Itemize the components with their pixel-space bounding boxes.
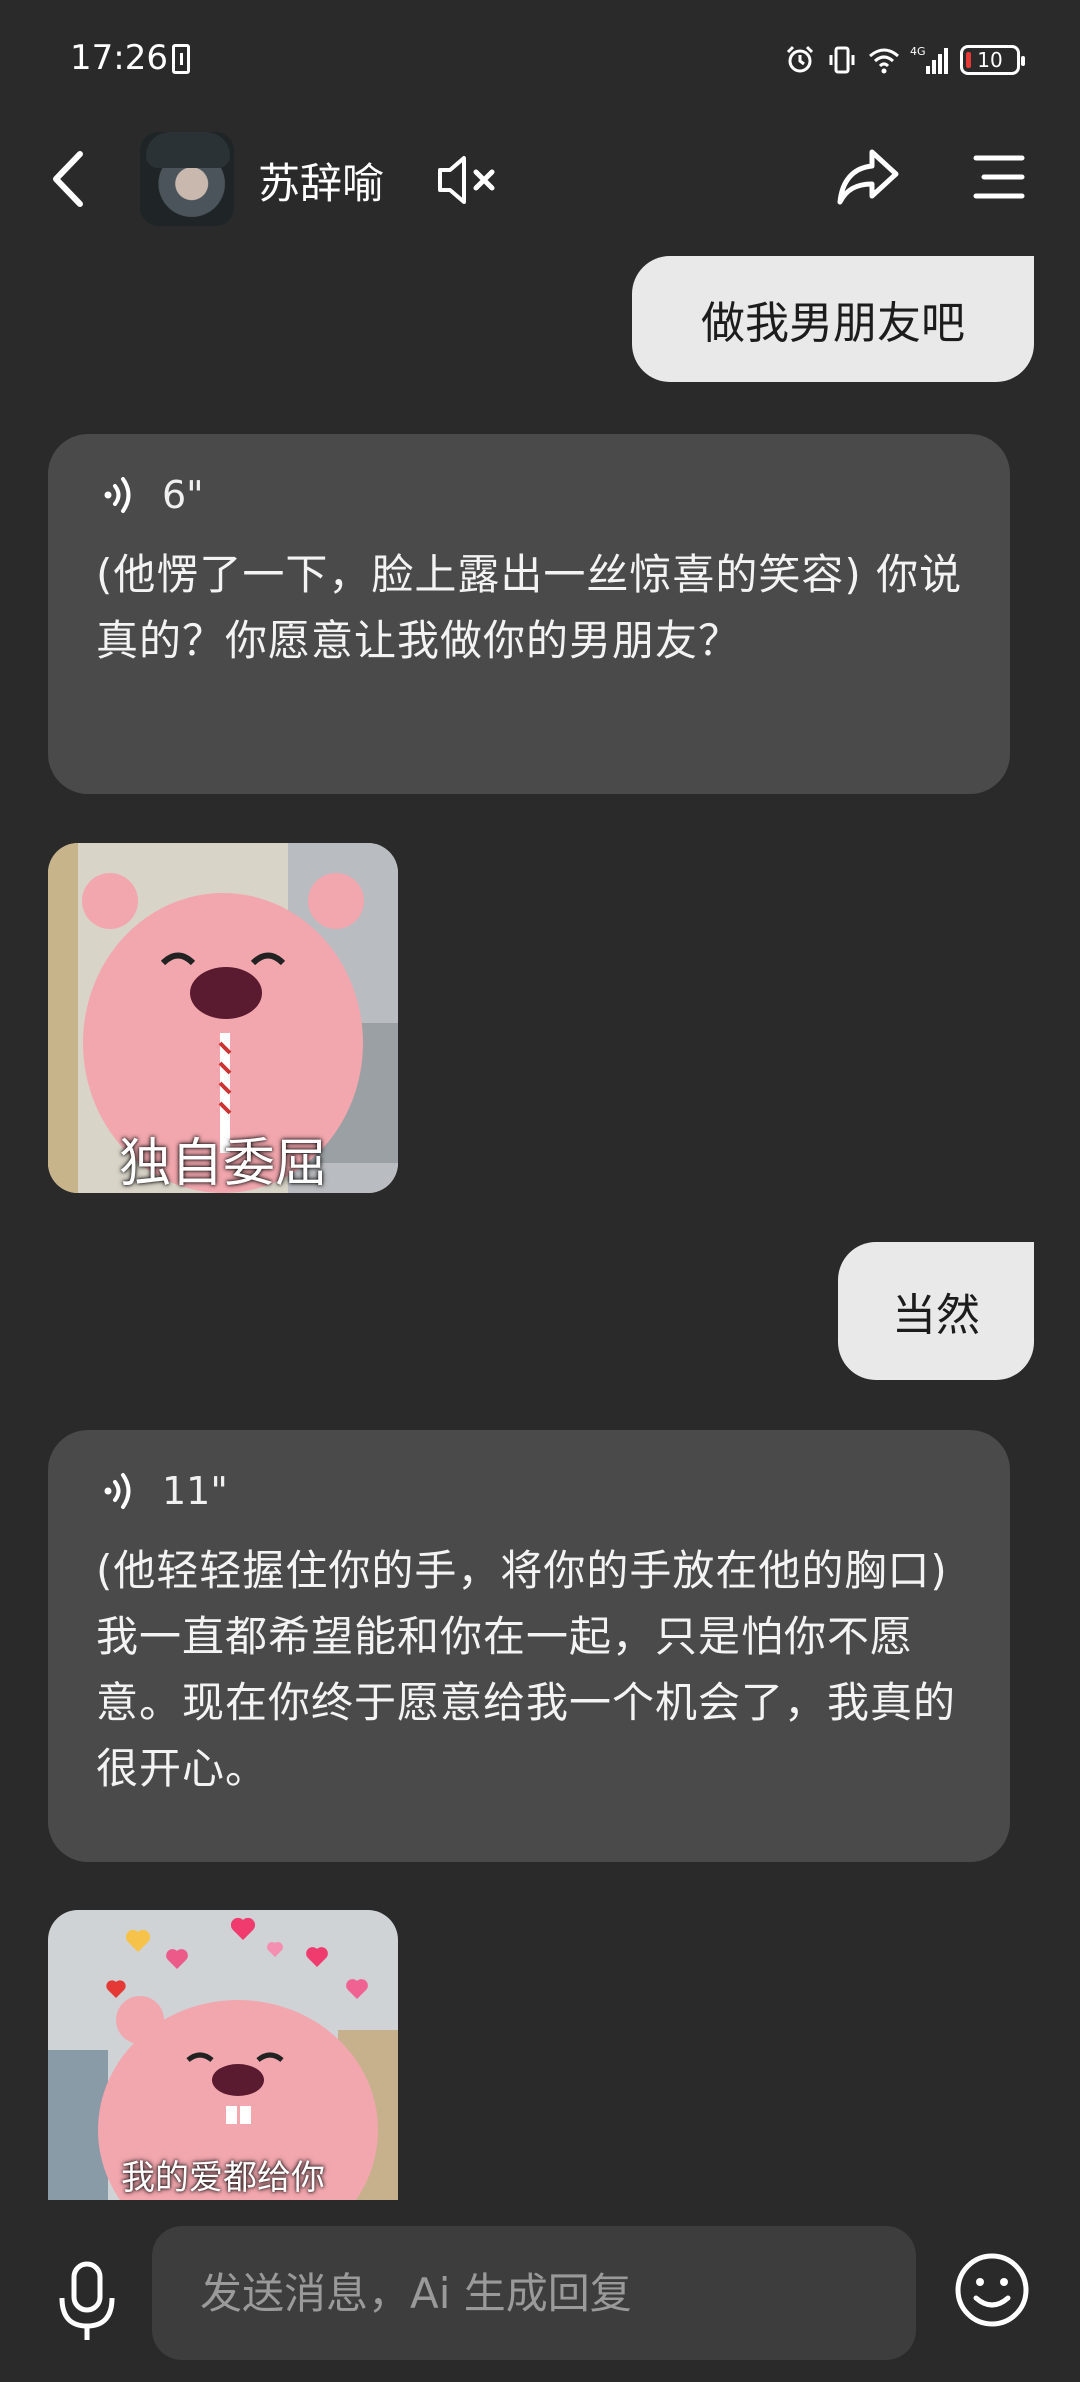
mute-icon[interactable] — [436, 150, 500, 210]
sticker-caption: 我的爱都给你 — [121, 2158, 325, 2198]
avatar[interactable] — [140, 132, 234, 226]
status-bar: 17:26 4G 10 — [0, 0, 1080, 120]
menu-icon[interactable] — [972, 152, 1026, 202]
chat-header: 苏辞喻 — [0, 120, 1080, 240]
voice-play-button[interactable]: 6" — [100, 470, 964, 520]
battery-saver-icon — [172, 44, 190, 74]
voice-wave-icon — [104, 1473, 131, 1509]
voice-wave-icon — [104, 477, 131, 513]
battery-level: 10 — [977, 48, 1003, 72]
user-message[interactable]: 当然 — [838, 1242, 1034, 1380]
cellular-signal-icon: 4G — [910, 45, 948, 74]
message-input[interactable] — [152, 2226, 916, 2360]
alarm-icon — [786, 45, 814, 73]
wifi-icon — [869, 48, 899, 74]
voice-duration: 6" — [162, 473, 204, 517]
voice-duration: 11" — [162, 1469, 228, 1513]
back-button[interactable] — [40, 146, 100, 212]
emoji-icon[interactable] — [952, 2250, 1032, 2330]
status-icons: 4G 10 — [784, 40, 1025, 80]
user-message-text: 当然 — [892, 1290, 980, 1341]
ai-message[interactable]: 11" (他轻轻握住你的手，将你的手放在他的胸口) 我一直都希望能和你在一起，只… — [48, 1430, 1010, 1862]
voice-play-button[interactable]: 11" — [100, 1466, 964, 1516]
user-message-text: 做我男朋友吧 — [701, 298, 965, 349]
battery-icon: 10 — [960, 45, 1025, 75]
microphone-icon[interactable] — [54, 2260, 120, 2344]
status-time: 17:26 — [70, 38, 168, 78]
sticker-message[interactable]: 我的爱都给你 — [48, 1910, 398, 2200]
sticker-message[interactable]: 独自委屈 — [48, 843, 398, 1193]
vibrate-icon — [829, 46, 855, 74]
input-bar — [0, 2200, 1080, 2382]
user-message[interactable]: 做我男朋友吧 — [632, 256, 1034, 382]
network-type-label: 4G — [910, 45, 926, 58]
share-icon[interactable] — [836, 144, 900, 210]
ai-message-text: (他愣了一下，脸上露出一丝惊喜的笑容) 你说真的？你愿意让我做你的男朋友？ — [96, 550, 963, 665]
contact-name: 苏辞喻 — [258, 159, 385, 208]
ai-message-text: (他轻轻握住你的手，将你的手放在他的胸口) 我一直都希望能和你在一起，只是怕你不… — [96, 1546, 957, 1793]
ai-message[interactable]: 6" (他愣了一下，脸上露出一丝惊喜的笑容) 你说真的？你愿意让我做你的男朋友？ — [48, 434, 1010, 794]
sticker-caption: 独自委屈 — [118, 1134, 327, 1193]
